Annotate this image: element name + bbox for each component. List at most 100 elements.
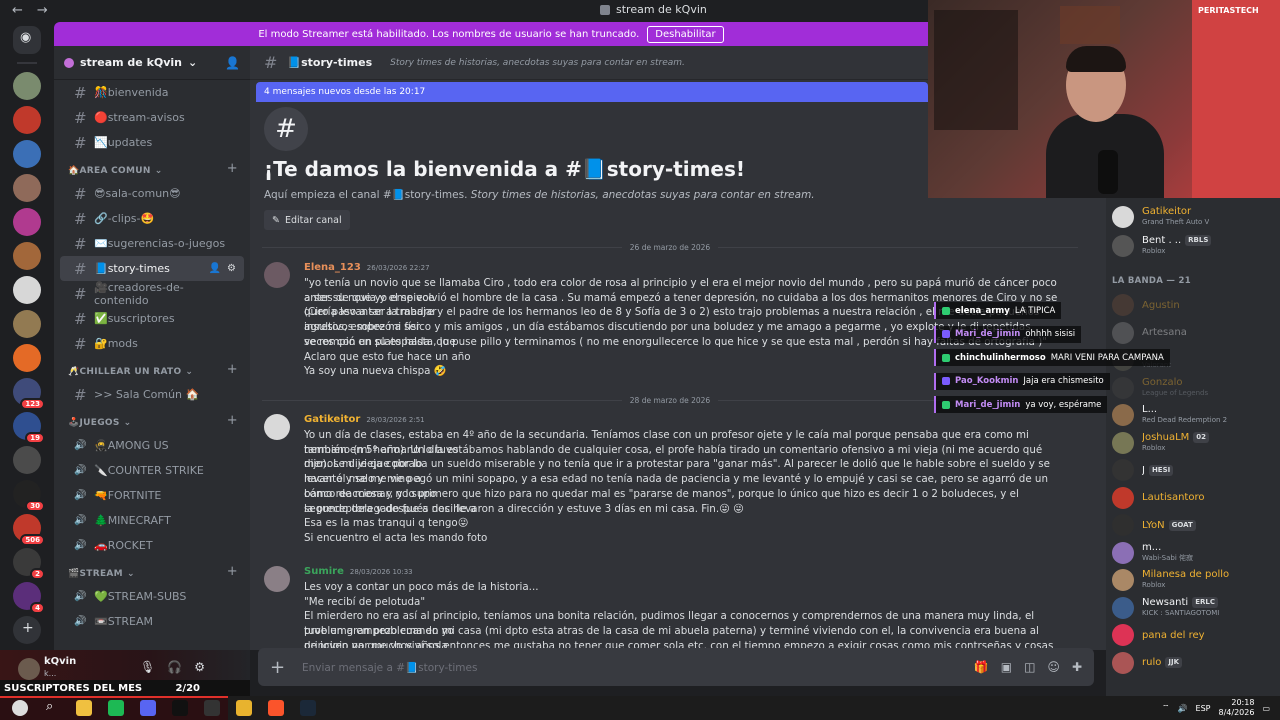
- server-avatar[interactable]: [13, 208, 41, 236]
- channel-item[interactable]: # 😎sala-comun😎: [60, 181, 244, 206]
- server-avatar[interactable]: [13, 276, 41, 304]
- channel-item[interactable]: # ✉️sugerencias-o-juegos: [60, 231, 244, 256]
- channel-item[interactable]: 🔊 🔫FORTNITE: [60, 483, 244, 508]
- edit-channel-button[interactable]: ✎ Editar canal: [264, 210, 350, 230]
- channel-item[interactable]: 🔊 🚗ROCKET: [60, 533, 244, 558]
- server-avatar[interactable]: 4: [13, 582, 45, 614]
- add-channel-icon[interactable]: +: [227, 161, 238, 176]
- channel-category[interactable]: 🏠AREA COMUN ⌄ +: [54, 155, 250, 181]
- apps-icon[interactable]: ✚: [1072, 660, 1082, 674]
- disable-streamer-button[interactable]: Deshabilitar: [647, 25, 724, 43]
- gear-icon[interactable]: ⚙: [194, 660, 205, 674]
- channel-category[interactable]: 🎬STREAM ⌄ +: [54, 558, 250, 584]
- gift-icon[interactable]: 🎁: [974, 660, 989, 674]
- add-channel-icon[interactable]: +: [227, 564, 238, 579]
- volume-icon[interactable]: 🔊: [1178, 704, 1188, 713]
- avatar[interactable]: [18, 658, 40, 680]
- server-avatar[interactable]: 123: [13, 378, 45, 410]
- message-composer[interactable]: + Enviar mensaje a #📘story-times 🎁 ▣ ◫ ☺…: [258, 648, 1094, 686]
- clock[interactable]: 20:18 8/4/2026: [1219, 698, 1255, 718]
- member-item[interactable]: Gatikeitor Grand Theft Auto V: [1112, 204, 1280, 230]
- avatar[interactable]: [264, 414, 290, 440]
- server-avatar[interactable]: 506: [13, 514, 45, 546]
- guild-header[interactable]: stream de kQvin ⌄ 👤: [54, 46, 250, 80]
- steam-icon[interactable]: [300, 700, 316, 716]
- add-channel-icon[interactable]: +: [227, 413, 238, 428]
- forward-arrow-icon[interactable]: →: [37, 3, 48, 18]
- language-indicator[interactable]: ESP: [1196, 704, 1211, 713]
- server-avatar[interactable]: 30: [13, 480, 45, 512]
- avatar[interactable]: [264, 566, 290, 592]
- channel-item[interactable]: # ✅suscriptores: [60, 306, 244, 331]
- channel-label: 🔐mods: [94, 337, 138, 350]
- add-channel-icon[interactable]: +: [227, 362, 238, 377]
- message-author[interactable]: Gatikeitor: [304, 414, 360, 425]
- member-item[interactable]: LYoN GOAT: [1112, 512, 1280, 538]
- search-icon[interactable]: ⌕: [44, 699, 60, 716]
- server-avatar[interactable]: 2: [13, 548, 45, 580]
- gear-icon[interactable]: ⚙: [227, 263, 236, 274]
- server-avatar[interactable]: [13, 242, 41, 270]
- weather-icon[interactable]: [12, 700, 28, 716]
- channel-category[interactable]: 🥂CHILLEAR UN RATO ⌄ +: [54, 356, 250, 382]
- member-item[interactable]: rulo JJK: [1112, 650, 1280, 676]
- member-item[interactable]: Newsanti ERLC KICK : SANTIAGOTOMI: [1112, 595, 1280, 621]
- sticker-icon[interactable]: ◫: [1024, 660, 1035, 674]
- member-item[interactable]: m... Wabi-Sabi 侘寂: [1112, 540, 1280, 566]
- channel-item[interactable]: # >> Sala Común 🏠: [60, 382, 244, 407]
- member-item[interactable]: Milanesa de pollo Roblox: [1112, 567, 1280, 593]
- server-avatar[interactable]: [13, 106, 41, 134]
- microphone-icon[interactable]: 🎙: [140, 660, 155, 674]
- message-author[interactable]: Sumire: [304, 566, 344, 577]
- emoji-icon[interactable]: ☺: [1047, 660, 1060, 674]
- channel-item[interactable]: # 🎊bienvenida: [60, 80, 244, 105]
- channel-item[interactable]: # 🔗-clips-🤩: [60, 206, 244, 231]
- wifi-icon[interactable]: ⌔: [1162, 703, 1170, 713]
- server-avatar[interactable]: [13, 140, 41, 168]
- member-item[interactable]: pana del rey: [1112, 622, 1280, 648]
- channel-item[interactable]: 🔊 💚STREAM-SUBS: [60, 584, 244, 609]
- channel-category[interactable]: 🕹️JUEGOS ⌄ +: [54, 407, 250, 433]
- server-avatar[interactable]: [13, 446, 41, 474]
- member-item[interactable]: J HESI: [1112, 457, 1280, 483]
- add-server-icon[interactable]: +: [13, 616, 41, 644]
- member-item[interactable]: Lautisantoro: [1112, 485, 1280, 511]
- notification-icon[interactable]: ▭: [1262, 704, 1270, 713]
- obs-icon[interactable]: [204, 700, 220, 716]
- server-avatar[interactable]: [13, 174, 41, 202]
- message-author[interactable]: Elena_123: [304, 262, 361, 273]
- channel-item[interactable]: 🔊 📼STREAM: [60, 609, 244, 634]
- channel-item[interactable]: 🔊 🥷AMONG US: [60, 433, 244, 458]
- server-avatar[interactable]: 19: [13, 412, 45, 444]
- add-member-icon[interactable]: 👤: [225, 56, 240, 70]
- attach-icon[interactable]: +: [270, 657, 292, 678]
- tiktok-icon[interactable]: [172, 700, 188, 716]
- channel-item[interactable]: # 📘story-times 👤 ⚙: [60, 256, 244, 281]
- hash-icon: #: [264, 107, 308, 151]
- files-icon[interactable]: [76, 700, 92, 716]
- channel-item[interactable]: # 📉updates: [60, 130, 244, 155]
- channel-item[interactable]: 🔊 🔪COUNTER STRIKE: [60, 458, 244, 483]
- channel-label: 🎥creadores-de-contenido: [94, 280, 184, 307]
- discord-icon[interactable]: [140, 700, 156, 716]
- channel-item[interactable]: # 🔴stream-avisos: [60, 105, 244, 130]
- discord-home-icon[interactable]: ◉: [13, 26, 41, 54]
- headphones-icon[interactable]: 🎧: [167, 660, 182, 674]
- brave-icon[interactable]: [268, 700, 284, 716]
- member-item[interactable]: JoshuaLM 02 Roblox: [1112, 430, 1280, 456]
- channel-item[interactable]: # 🔐mods: [60, 331, 244, 356]
- server-avatar[interactable]: [13, 344, 41, 372]
- back-arrow-icon[interactable]: ←: [12, 3, 23, 18]
- unread-badge: 4: [30, 602, 45, 614]
- channel-item[interactable]: # 🎥creadores-de-contenido: [60, 280, 244, 307]
- channel-item[interactable]: 🔊 🌲MINECRAFT: [60, 508, 244, 533]
- invite-icon[interactable]: 👤: [209, 263, 221, 274]
- new-messages-bar[interactable]: 4 mensajes nuevos desde las 20:17: [256, 82, 928, 102]
- server-avatar[interactable]: [13, 72, 41, 100]
- gif-icon[interactable]: ▣: [1001, 660, 1012, 674]
- chrome-icon[interactable]: [236, 700, 252, 716]
- spotify-icon[interactable]: [108, 700, 124, 716]
- member-item[interactable]: Bent . .. RBLS Roblox: [1112, 233, 1280, 259]
- server-avatar[interactable]: [13, 310, 41, 338]
- avatar[interactable]: [264, 262, 290, 288]
